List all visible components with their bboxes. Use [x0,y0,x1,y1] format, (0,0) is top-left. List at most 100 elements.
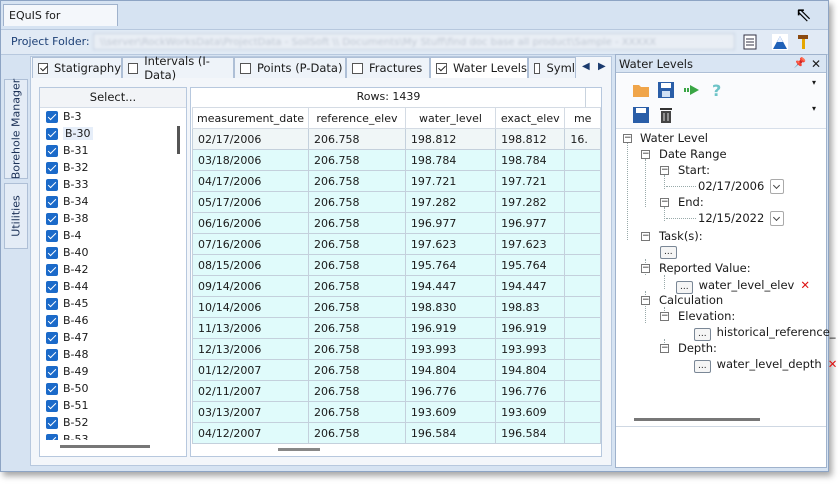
table-cell[interactable]: 198.812 [404,128,497,150]
dropdown-icon[interactable] [770,179,785,194]
table-cell[interactable] [564,149,601,171]
list-item[interactable]: B-45 [46,295,172,312]
table-cell[interactable]: 196.776 [495,380,566,402]
list-item[interactable]: B-31 [46,142,172,159]
list-item[interactable]: B-51 [46,397,172,414]
dropdown-icon[interactable] [770,211,785,226]
checkbox-icon[interactable] [46,246,58,259]
table-cell[interactable]: 206.758 [308,296,406,318]
table-cell[interactable] [564,338,601,360]
table-cell[interactable]: 194.447 [495,275,566,297]
table-cell[interactable]: 193.993 [495,338,566,360]
table-cell[interactable]: 197.721 [495,170,566,192]
tab-statigraphy[interactable]: Statigraphy [32,57,122,78]
table-cell[interactable]: 206.758 [308,149,406,171]
rockworks-icon[interactable] [771,33,789,51]
table-cell[interactable] [564,359,601,381]
notes-icon[interactable] [741,33,759,51]
table-cell[interactable]: 196.919 [404,317,497,339]
tab-checkbox[interactable] [240,62,251,74]
table-cell[interactable]: 197.623 [495,233,566,255]
list-item[interactable]: B-50 [46,380,172,397]
table-cell[interactable]: 206.758 [308,254,406,276]
save-as-icon[interactable] [632,106,650,124]
remove-icon[interactable]: ✕ [800,278,810,292]
toolbar-overflow-icon[interactable]: ▾ [812,78,816,87]
table-row[interactable]: 02/17/2006 206.758 198.812 198.812 16. [191,128,601,150]
elevation-field[interactable]: ... historical_reference_ [694,325,836,341]
tab-water-levels[interactable]: Water Levels [430,57,528,78]
table-cell[interactable]: 206.758 [308,128,406,150]
table-cell[interactable]: 196.584 [404,422,497,444]
list-scrollbar[interactable] [177,126,180,154]
collapse-icon[interactable]: − [641,264,650,273]
table-cell[interactable]: 03/18/2006 [191,149,310,171]
checkbox-icon[interactable] [46,382,58,395]
table-cell[interactable]: 197.282 [495,191,566,213]
table-cell[interactable]: 04/12/2007 [191,422,310,444]
collapse-icon[interactable]: − [641,296,650,305]
table-row[interactable]: 10/14/2006 206.758 198.830 198.83 [191,296,601,318]
table-row[interactable]: 08/15/2006 206.758 195.764 195.764 [191,254,601,276]
table-cell[interactable]: 206.758 [308,317,406,339]
table-row[interactable]: 05/17/2006 206.758 197.282 197.282 [191,191,601,213]
column-header[interactable]: measurement_date [191,107,310,129]
table-row[interactable]: 03/18/2006 206.758 198.784 198.784 [191,149,601,171]
tab-symbols[interactable]: Syml [528,57,576,78]
table-row[interactable]: 06/16/2006 206.758 196.977 196.977 [191,212,601,234]
table-cell[interactable]: 07/16/2006 [191,233,310,255]
table-cell[interactable] [564,212,601,234]
table-cell[interactable] [564,191,601,213]
table-cell[interactable] [564,422,601,444]
table-row[interactable]: 03/13/2007 206.758 193.609 193.609 [191,401,601,423]
collapse-icon[interactable]: − [641,232,650,241]
table-cell[interactable]: 194.804 [404,359,497,381]
checkbox-icon[interactable] [46,297,58,310]
table-cell[interactable] [564,254,601,276]
remove-icon[interactable]: ✕ [828,357,838,371]
table-cell[interactable]: 206.758 [308,422,406,444]
table-cell[interactable]: 198.784 [495,149,566,171]
side-tab-utilities[interactable]: Utilities [4,183,28,249]
checkbox-icon[interactable] [46,263,58,276]
folder-icon[interactable] [632,81,650,99]
delete-icon[interactable] [657,106,675,124]
table-cell[interactable]: 206.758 [308,380,406,402]
checkbox-icon[interactable] [46,144,58,157]
table-row[interactable]: 02/11/2007 206.758 196.776 196.776 [191,380,601,402]
table-cell[interactable]: 194.804 [495,359,566,381]
table-cell[interactable]: 03/13/2007 [191,401,310,423]
table-cell[interactable]: 193.609 [404,401,497,423]
close-icon[interactable]: ✕ [811,55,821,73]
table-cell[interactable] [564,233,601,255]
table-cell[interactable]: 12/13/2006 [191,338,310,360]
panel-hscrollbar[interactable] [634,418,760,421]
table-cell[interactable]: 196.584 [495,422,566,444]
list-item[interactable]: B-47 [46,329,172,346]
collapse-icon[interactable]: − [660,344,669,353]
table-cell[interactable]: 206.758 [308,212,406,234]
checkbox-icon[interactable] [46,348,58,361]
hammer-icon[interactable] [795,33,813,51]
arrow-right-icon[interactable] [683,81,701,99]
checkbox-icon[interactable] [46,314,58,327]
checkbox-icon[interactable] [46,127,58,140]
list-item[interactable]: B-42 [46,261,172,278]
checkbox-icon[interactable] [46,280,58,293]
table-cell[interactable]: 02/17/2006 [191,128,310,150]
end-date-picker[interactable]: 12/15/2022 [698,211,785,226]
table-cell[interactable]: 196.977 [495,212,566,234]
list-item[interactable]: B-48 [46,346,172,363]
table-row[interactable]: 04/12/2007 206.758 196.584 196.584 [191,422,601,444]
checkbox-icon[interactable] [46,229,58,242]
table-cell[interactable]: 206.758 [308,170,406,192]
table-cell[interactable]: 04/17/2006 [191,170,310,192]
toolbar-overflow-icon[interactable]: ▾ [812,104,816,113]
table-cell[interactable]: 01/12/2007 [191,359,310,381]
table-cell[interactable]: 08/15/2006 [191,254,310,276]
start-date-picker[interactable]: 02/17/2006 [698,179,785,194]
list-item[interactable]: B-40 [46,244,172,261]
checkbox-icon[interactable] [46,399,58,412]
tab-checkbox[interactable] [436,62,447,74]
collapse-icon[interactable]: − [660,166,669,175]
